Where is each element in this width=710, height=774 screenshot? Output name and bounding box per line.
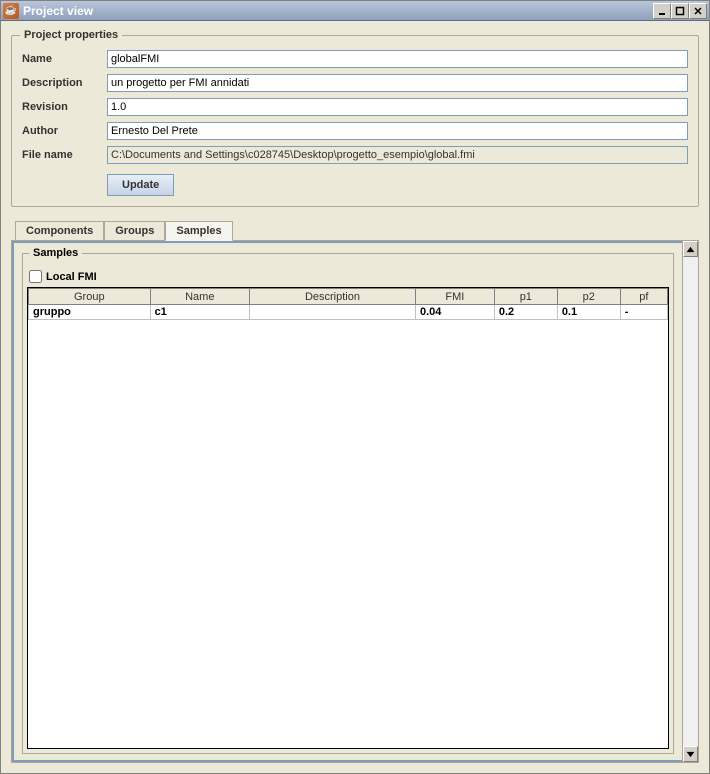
- tab-panel: Samples Local FMI Group Name: [11, 240, 699, 763]
- revision-label: Revision: [22, 101, 107, 113]
- tabs-area: Components Groups Samples Samples Local …: [11, 221, 699, 763]
- project-properties-legend: Project properties: [20, 29, 122, 41]
- tab-samples[interactable]: Samples: [165, 221, 232, 241]
- local-fmi-row: Local FMI: [29, 270, 669, 283]
- tab-strip: Components Groups Samples: [11, 221, 699, 240]
- titlebar[interactable]: ☕ Project view: [1, 1, 709, 21]
- cell-pf[interactable]: -: [620, 305, 667, 320]
- cell-p2[interactable]: 0.1: [557, 305, 620, 320]
- col-p2[interactable]: p2: [557, 289, 620, 305]
- col-description[interactable]: Description: [249, 289, 415, 305]
- name-label: Name: [22, 53, 107, 65]
- author-label: Author: [22, 125, 107, 137]
- author-row: Author: [22, 122, 688, 140]
- filename-input: [107, 146, 688, 164]
- description-input[interactable]: [107, 74, 688, 92]
- cell-group[interactable]: gruppo: [29, 305, 151, 320]
- local-fmi-label: Local FMI: [46, 271, 97, 283]
- name-row: Name: [22, 50, 688, 68]
- col-name[interactable]: Name: [150, 289, 249, 305]
- table-header-row: Group Name Description FMI p1 p2 pf: [29, 289, 668, 305]
- project-view-window: ☕ Project view Project properties Name D…: [0, 0, 710, 774]
- author-input[interactable]: [107, 122, 688, 140]
- local-fmi-checkbox[interactable]: [29, 270, 42, 283]
- samples-table[interactable]: Group Name Description FMI p1 p2 pf: [28, 288, 668, 320]
- col-p1[interactable]: p1: [494, 289, 557, 305]
- java-app-icon: ☕: [3, 3, 19, 19]
- minimize-button[interactable]: [653, 3, 671, 19]
- update-button[interactable]: Update: [107, 174, 174, 196]
- cell-fmi[interactable]: 0.04: [415, 305, 494, 320]
- scroll-track[interactable]: [683, 257, 698, 746]
- description-label: Description: [22, 77, 107, 89]
- cell-description[interactable]: [249, 305, 415, 320]
- table-row[interactable]: gruppo c1 0.04 0.2 0.1 -: [29, 305, 668, 320]
- window-title: Project view: [23, 4, 653, 18]
- samples-table-wrap: Group Name Description FMI p1 p2 pf: [27, 287, 669, 749]
- maximize-button[interactable]: [671, 3, 689, 19]
- col-group[interactable]: Group: [29, 289, 151, 305]
- name-input[interactable]: [107, 50, 688, 68]
- col-pf[interactable]: pf: [620, 289, 667, 305]
- description-row: Description: [22, 74, 688, 92]
- vertical-scrollbar[interactable]: [682, 241, 698, 762]
- scroll-down-icon[interactable]: [683, 746, 698, 762]
- content-area: Project properties Name Description Revi…: [1, 21, 709, 773]
- revision-row: Revision: [22, 98, 688, 116]
- cell-p1[interactable]: 0.2: [494, 305, 557, 320]
- tab-components[interactable]: Components: [15, 221, 104, 240]
- filename-label: File name: [22, 149, 107, 161]
- close-button[interactable]: [689, 3, 707, 19]
- col-fmi[interactable]: FMI: [415, 289, 494, 305]
- samples-group: Samples Local FMI Group Name: [22, 253, 674, 754]
- tab-groups[interactable]: Groups: [104, 221, 165, 240]
- samples-panel-inner: Samples Local FMI Group Name: [12, 241, 682, 762]
- filename-row: File name: [22, 146, 688, 164]
- window-controls: [653, 3, 707, 19]
- scroll-up-icon[interactable]: [683, 241, 698, 257]
- revision-input[interactable]: [107, 98, 688, 116]
- project-properties-group: Project properties Name Description Revi…: [11, 35, 699, 207]
- samples-legend: Samples: [29, 247, 82, 259]
- cell-name[interactable]: c1: [150, 305, 249, 320]
